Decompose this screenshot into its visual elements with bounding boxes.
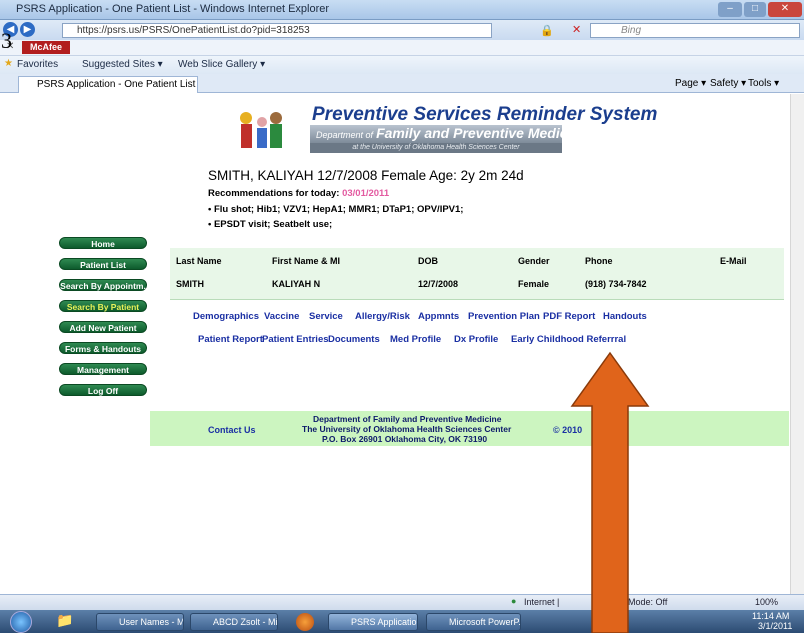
table-cell: Female	[518, 279, 550, 289]
footer-line: Department of Family and Preventive Medi…	[313, 414, 502, 424]
lock-icon: 🔒	[540, 25, 554, 37]
link-dx-profile[interactable]: Dx Profile	[454, 334, 498, 345]
annotation-arrow-icon	[570, 351, 650, 633]
link-patient-entries[interactable]: Patient Entries	[262, 334, 329, 345]
window-title: PSRS Application - One Patient List - Wi…	[16, 3, 330, 15]
link-vaccine[interactable]: Vaccine	[264, 311, 299, 322]
link-documents[interactable]: Documents	[328, 334, 380, 345]
favorites-bar: ★ Favorites Suggested Sites ▾ Web Slice …	[0, 56, 804, 74]
table-cell: KALIYAH N	[272, 279, 321, 289]
rec-item-text: Flu shot; Hib1; VZV1; HepA1; MMR1; DTaP1…	[213, 204, 464, 215]
favorites-star-icon: ★	[4, 58, 13, 69]
folder-icon[interactable]: 📁	[56, 612, 73, 629]
link-early-childhood-referral[interactable]: Early Childhood Referrral	[511, 334, 626, 345]
link-pdf-report[interactable]: PDF Report	[543, 311, 595, 322]
link-allergy-risk[interactable]: Allergy/Risk	[355, 311, 410, 322]
slide-number: 3	[1, 28, 12, 53]
start-button[interactable]	[10, 611, 32, 633]
contact-us-link[interactable]: Contact Us	[208, 425, 256, 435]
rec-date: 03/01/2011	[342, 188, 390, 199]
tools-menu[interactable]: Tools ▾	[748, 78, 779, 89]
page-menu[interactable]: Page ▾	[675, 78, 706, 89]
nav-management[interactable]: Management	[59, 363, 147, 375]
table-cell: 12/7/2008	[418, 279, 459, 289]
col-header: E-Mail	[720, 256, 747, 266]
link-service[interactable]: Service	[309, 311, 343, 322]
nav-add-new-patient[interactable]: Add New Patient	[59, 321, 147, 333]
col-header: Last Name	[176, 256, 222, 266]
link-med-profile[interactable]: Med Profile	[390, 334, 441, 345]
safety-menu[interactable]: Safety ▾	[710, 78, 746, 89]
rec-item: • Flu shot; Hib1; VZV1; HepA1; MMR1; DTa…	[208, 204, 464, 215]
nav-forms-handouts[interactable]: Forms & Handouts	[59, 342, 147, 354]
table-cell: SMITH	[176, 279, 204, 289]
nav-patient-list[interactable]: Patient List	[59, 258, 147, 270]
close-button[interactable]: ✕	[768, 2, 802, 17]
clock-time[interactable]: 11:14 AM	[752, 611, 789, 621]
zoom-level[interactable]: 100%	[755, 597, 778, 607]
rec-item-text: EPSDT visit; Seatbelt use;	[213, 219, 333, 230]
web-slice-gallery-link[interactable]: Web Slice Gallery ▾	[178, 59, 265, 70]
minimize-button[interactable]: –	[718, 2, 742, 17]
patient-table	[170, 248, 784, 300]
dept-band: Department of Family and Preventive Medi…	[310, 125, 588, 143]
link-patient-report[interactable]: Patient Report	[198, 334, 263, 345]
nav-home[interactable]: Home	[59, 237, 147, 249]
rec-label: Recommendations for today:	[208, 188, 340, 199]
task-item[interactable]: Microsoft PowerP...	[426, 613, 521, 631]
browser-tab[interactable]: PSRS Application - One Patient List	[18, 76, 198, 93]
app-title: Preventive Services Reminder System	[312, 104, 658, 125]
zone-text: Internet |	[524, 597, 560, 607]
vertical-scrollbar[interactable]	[790, 94, 804, 594]
favorites-button[interactable]: Favorites	[17, 59, 58, 70]
footer-line: The University of Oklahoma Health Scienc…	[302, 424, 512, 434]
suggested-sites-link[interactable]: Suggested Sites ▾	[82, 59, 163, 70]
dept-name: Family and Preventive Medicine	[376, 125, 588, 141]
mcafee-button[interactable]: McAfee	[22, 41, 70, 54]
nav-search-by-appointment[interactable]: Search By Appointm.	[59, 279, 147, 291]
recommendations-label: Recommendations for today: 03/01/2011	[208, 188, 389, 199]
clock-date[interactable]: 3/1/2011	[758, 621, 792, 631]
firefox-icon[interactable]	[296, 613, 314, 631]
task-item[interactable]: ABCD Zsolt - Micr...	[190, 613, 278, 631]
footer-line: P.O. Box 26901 Oklahoma City, OK 73190	[322, 434, 488, 444]
col-header: Phone	[585, 256, 613, 266]
task-item[interactable]: PSRS Application ...	[328, 613, 418, 631]
window-titlebar: PSRS Application - One Patient List - Wi…	[0, 0, 804, 20]
col-header: DOB	[418, 256, 438, 266]
task-item[interactable]: User Names - Mic...	[96, 613, 184, 631]
link-prevention-plan[interactable]: Prevention Plan	[468, 311, 540, 322]
link-appmnts[interactable]: Appmnts	[418, 311, 459, 322]
patient-header: SMITH, KALIYAH 12/7/2008 Female Age: 2y …	[208, 168, 524, 183]
mcafee-toolbar: ✕ McAfee	[0, 40, 804, 56]
search-input[interactable]: Bing	[590, 23, 800, 38]
col-header: First Name & MI	[272, 256, 341, 266]
link-demographics[interactable]: Demographics	[193, 311, 259, 322]
status-bar: ● Internet | Mode: Off 100%	[0, 594, 804, 610]
nav-search-by-patient[interactable]: Search By Patient	[59, 300, 147, 312]
forward-icon[interactable]: ▶	[20, 22, 35, 37]
family-logo-icon	[232, 108, 290, 156]
maximize-button[interactable]: □	[744, 2, 766, 17]
col-header: Gender	[518, 256, 550, 266]
url-input[interactable]: https://psrs.us/PSRS/OnePatientList.do?p…	[62, 23, 492, 38]
table-cell: (918) 734-7842	[585, 279, 647, 289]
nav-log-off[interactable]: Log Off	[59, 384, 147, 396]
dept-sub: at the University of Oklahoma Health Sci…	[310, 143, 562, 153]
link-handouts[interactable]: Handouts	[603, 311, 647, 322]
globe-icon: ●	[511, 596, 517, 606]
dept-prefix: Department of	[316, 130, 374, 140]
stop-icon[interactable]: ✕	[572, 23, 581, 36]
rec-item: • EPSDT visit; Seatbelt use;	[208, 219, 333, 230]
